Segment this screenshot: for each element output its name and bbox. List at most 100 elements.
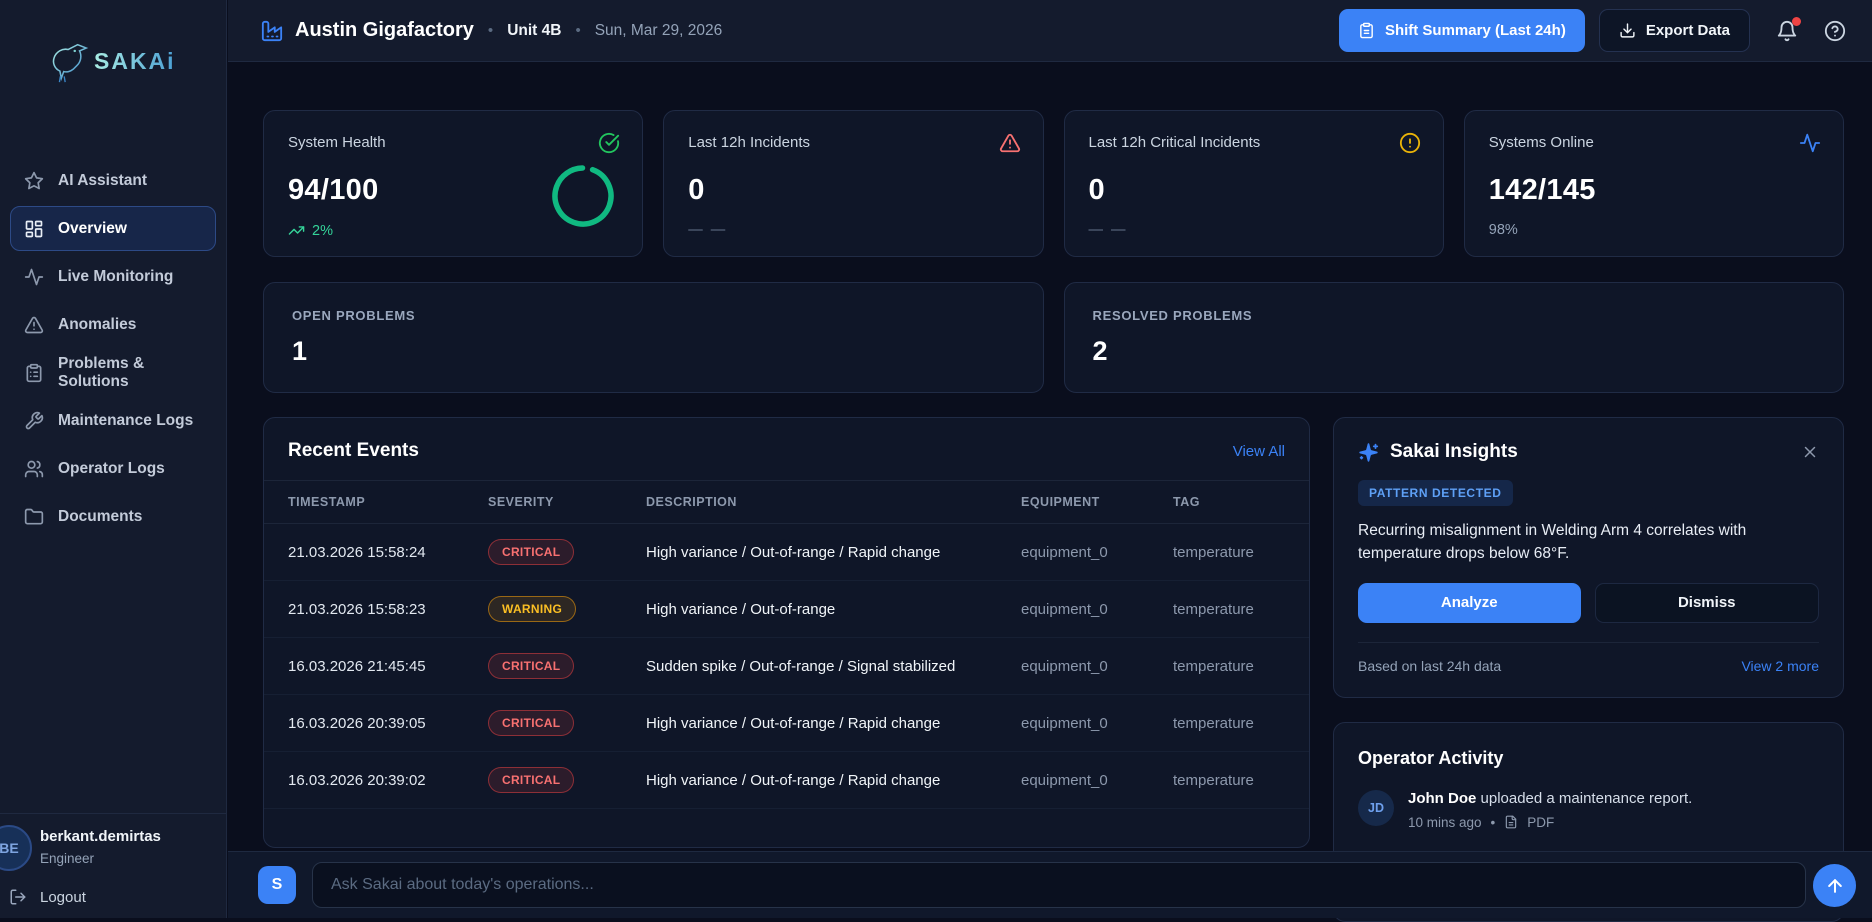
export-data-button[interactable]: Export Data bbox=[1599, 9, 1750, 52]
sidebar-item-problems-solutions[interactable]: Problems & Solutions bbox=[10, 350, 216, 395]
resolved-problems-card: RESOLVED PROBLEMS 2 bbox=[1064, 282, 1845, 393]
sidebar-item-live-monitoring[interactable]: Live Monitoring bbox=[10, 254, 216, 299]
factory-icon bbox=[261, 20, 283, 42]
sidebar-item-ai-assistant[interactable]: AI Assistant bbox=[10, 158, 216, 203]
main-content: System Health 94/100 2% Last 12h Inciden… bbox=[228, 62, 1872, 918]
clipboard-list-icon bbox=[24, 363, 44, 383]
table-row[interactable]: 21.03.2026 15:58:23 WARNING High varianc… bbox=[264, 581, 1309, 638]
event-description: High variance / Out-of-range / Rapid cha… bbox=[646, 544, 1021, 561]
sidebar-item-label: AI Assistant bbox=[58, 172, 147, 190]
activity-item[interactable]: JD John Doe uploaded a maintenance repor… bbox=[1358, 790, 1819, 830]
severity-badge: CRITICAL bbox=[488, 710, 574, 736]
logout-button[interactable]: Logout bbox=[9, 888, 86, 906]
stat-card-system-health: System Health 94/100 2% bbox=[263, 110, 643, 257]
help-icon bbox=[1824, 20, 1846, 42]
separator-dot: • bbox=[1491, 815, 1496, 830]
event-equipment: equipment_0 bbox=[1021, 601, 1173, 618]
insights-title: Sakai Insights bbox=[1390, 441, 1790, 463]
table-row[interactable]: 21.03.2026 15:58:24 CRITICAL High varian… bbox=[264, 524, 1309, 581]
sakai-chat-bar: S bbox=[228, 851, 1872, 918]
send-button[interactable] bbox=[1813, 864, 1856, 907]
health-ring bbox=[550, 163, 616, 229]
sakai-insights-panel: Sakai Insights PATTERN DETECTED Recurrin… bbox=[1333, 417, 1844, 698]
sidebar-item-documents[interactable]: Documents bbox=[10, 494, 216, 539]
shift-summary-button[interactable]: Shift Summary (Last 24h) bbox=[1339, 9, 1585, 52]
shift-summary-label: Shift Summary (Last 24h) bbox=[1385, 22, 1566, 39]
avatar: JD bbox=[1358, 790, 1394, 826]
insights-header: Sakai Insights bbox=[1358, 441, 1819, 463]
alert-triangle-icon bbox=[999, 132, 1021, 154]
date-label: Sun, Mar 29, 2026 bbox=[595, 22, 723, 40]
user-section[interactable]: BE berkant.demirtas Engineer Logout bbox=[0, 813, 226, 918]
activity-title: Operator Activity bbox=[1358, 748, 1819, 769]
bird-logo-icon bbox=[46, 38, 92, 84]
open-problems-value: 1 bbox=[292, 336, 1015, 367]
event-tag: temperature bbox=[1173, 772, 1285, 789]
table-row[interactable]: 16.03.2026 21:45:45 CRITICAL Sudden spik… bbox=[264, 638, 1309, 695]
sidebar-item-overview[interactable]: Overview bbox=[10, 206, 216, 251]
analyze-button[interactable]: Analyze bbox=[1358, 583, 1581, 623]
event-tag: temperature bbox=[1173, 544, 1285, 561]
alert-circle-icon bbox=[1399, 132, 1421, 154]
stat-value: 0 bbox=[688, 174, 1018, 207]
event-description: Sudden spike / Out-of-range / Signal sta… bbox=[646, 658, 1021, 675]
stat-card-systems-online: Systems Online 142/145 98% bbox=[1464, 110, 1844, 257]
stat-card-critical-incidents: Last 12h Critical Incidents 0 — — bbox=[1064, 110, 1444, 257]
user-name: berkant.demirtas bbox=[40, 828, 161, 845]
file-text-icon bbox=[1504, 815, 1518, 829]
col-timestamp: TIMESTAMP bbox=[288, 495, 488, 509]
events-title: Recent Events bbox=[288, 440, 419, 462]
brand-name: SAKAi bbox=[94, 48, 176, 75]
insight-message: Recurring misalignment in Welding Arm 4 … bbox=[1358, 519, 1819, 566]
close-icon[interactable] bbox=[1801, 443, 1819, 461]
table-row[interactable]: 16.03.2026 20:39:05 CRITICAL High varian… bbox=[264, 695, 1309, 752]
event-equipment: equipment_0 bbox=[1021, 544, 1173, 561]
pattern-detected-badge: PATTERN DETECTED bbox=[1358, 480, 1513, 506]
col-severity: SEVERITY bbox=[488, 495, 646, 509]
export-data-label: Export Data bbox=[1646, 22, 1730, 39]
event-timestamp: 21.03.2026 15:58:24 bbox=[288, 544, 488, 561]
activity-actor: John Doe bbox=[1408, 790, 1476, 807]
table-row[interactable]: 16.03.2026 20:39:02 CRITICAL High varian… bbox=[264, 752, 1309, 809]
dismiss-button[interactable]: Dismiss bbox=[1595, 583, 1820, 623]
check-circle-icon bbox=[598, 132, 620, 154]
event-equipment: equipment_0 bbox=[1021, 658, 1173, 675]
stat-value: 142/145 bbox=[1489, 174, 1819, 207]
sidebar-nav: AI Assistant Overview Live Monitoring An… bbox=[10, 158, 216, 539]
event-timestamp: 16.03.2026 20:39:02 bbox=[288, 772, 488, 789]
view-all-link[interactable]: View All bbox=[1233, 443, 1285, 460]
sidebar-item-anomalies[interactable]: Anomalies bbox=[10, 302, 216, 347]
open-problems-card: OPEN PROBLEMS 1 bbox=[263, 282, 1044, 393]
sparkles-icon bbox=[1358, 442, 1379, 463]
event-tag: temperature bbox=[1173, 601, 1285, 618]
help-button[interactable] bbox=[1824, 20, 1846, 42]
chat-input[interactable] bbox=[312, 862, 1806, 908]
activity-file-type: PDF bbox=[1527, 815, 1554, 830]
alert-triangle-icon bbox=[24, 315, 44, 335]
sidebar-item-maintenance-logs[interactable]: Maintenance Logs bbox=[10, 398, 216, 443]
clipboard-icon bbox=[1358, 22, 1375, 39]
top-header: Austin Gigafactory • Unit 4B • Sun, Mar … bbox=[228, 0, 1872, 62]
view-more-link[interactable]: View 2 more bbox=[1741, 658, 1819, 674]
logout-icon bbox=[9, 888, 27, 906]
notification-dot bbox=[1792, 17, 1801, 26]
activity-icon bbox=[24, 267, 44, 287]
event-timestamp: 16.03.2026 21:45:45 bbox=[288, 658, 488, 675]
event-timestamp: 16.03.2026 20:39:05 bbox=[288, 715, 488, 732]
recent-events-card: Recent Events View All TIMESTAMP SEVERIT… bbox=[263, 417, 1310, 848]
logout-label: Logout bbox=[40, 889, 86, 906]
insights-source: Based on last 24h data bbox=[1358, 658, 1501, 674]
activity-time: 10 mins ago bbox=[1408, 815, 1482, 830]
unit-label: Unit 4B bbox=[507, 22, 561, 40]
sidebar-item-label: Problems & Solutions bbox=[58, 355, 202, 391]
brand-logo: SAKAi bbox=[46, 38, 176, 84]
event-description: High variance / Out-of-range / Rapid cha… bbox=[646, 772, 1021, 789]
notifications-button[interactable] bbox=[1776, 20, 1798, 42]
event-description: High variance / Out-of-range / Rapid cha… bbox=[646, 715, 1021, 732]
event-description: High variance / Out-of-range bbox=[646, 601, 1021, 618]
sidebar-item-label: Operator Logs bbox=[58, 460, 165, 478]
sidebar-item-operator-logs[interactable]: Operator Logs bbox=[10, 446, 216, 491]
avatar: BE bbox=[0, 825, 32, 871]
resolved-problems-label: RESOLVED PROBLEMS bbox=[1093, 308, 1816, 323]
severity-badge: WARNING bbox=[488, 596, 576, 622]
